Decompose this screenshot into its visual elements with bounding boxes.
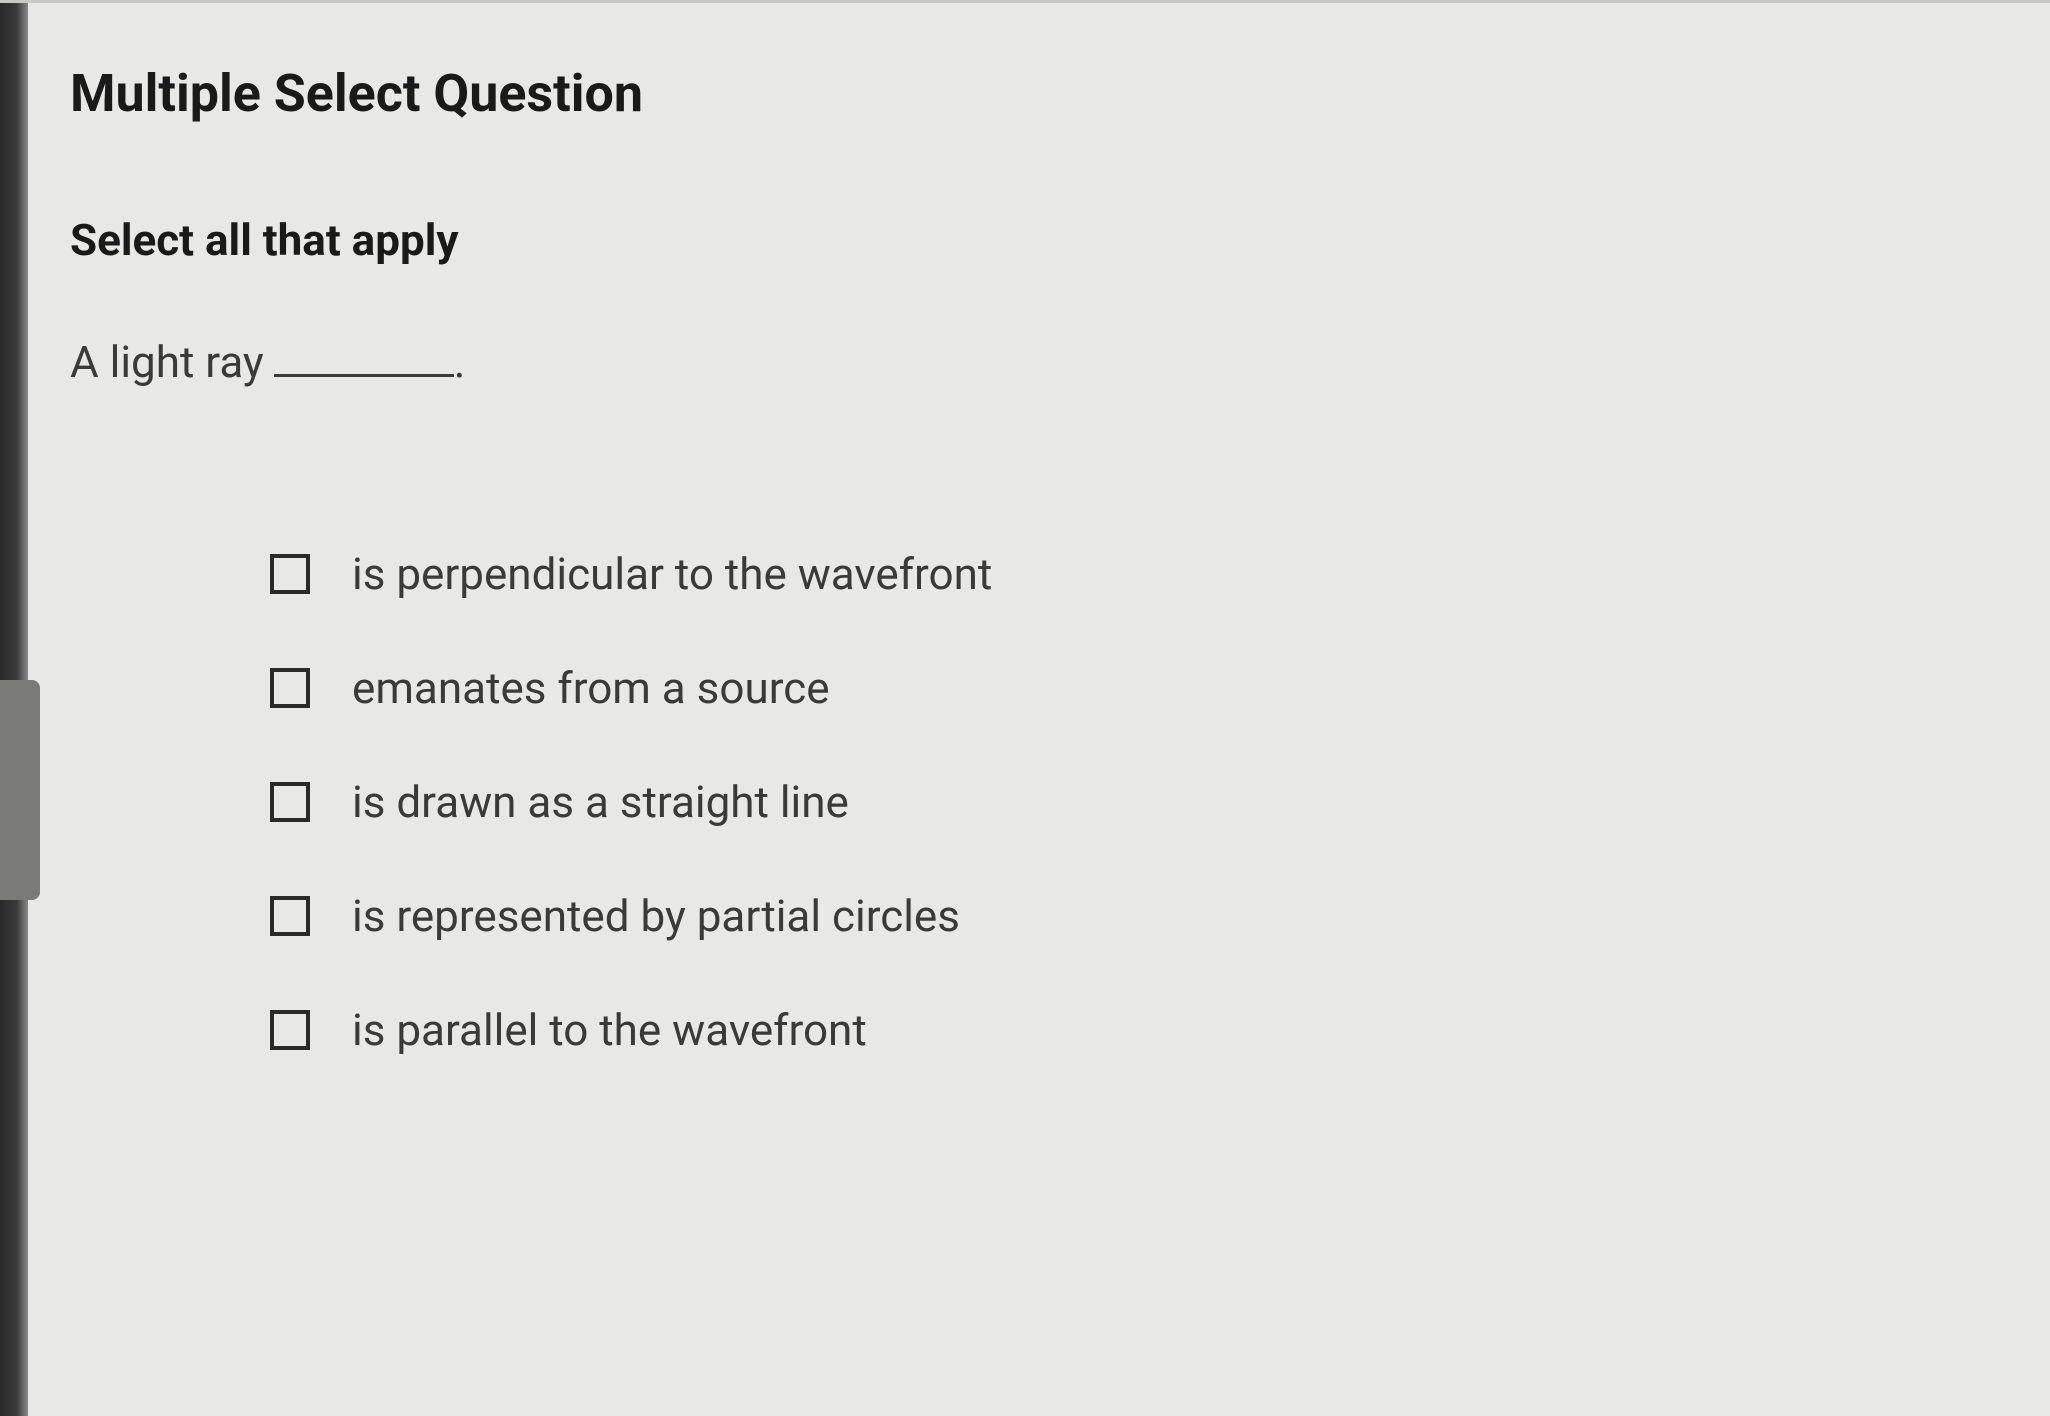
option-checkbox[interactable] xyxy=(270,896,310,936)
option-row: is parallel to the wavefront xyxy=(270,1004,1980,1056)
option-row: is perpendicular to the wavefront xyxy=(270,548,1980,600)
question-stem-prefix: A light ray xyxy=(70,336,264,388)
question-instruction: Select all that apply xyxy=(70,214,1980,266)
question-stem: A light ray. xyxy=(70,336,1980,388)
option-label: is drawn as a straight line xyxy=(352,776,849,828)
option-row: emanates from a source xyxy=(270,662,1980,714)
fill-blank xyxy=(274,374,454,377)
question-stem-suffix: . xyxy=(454,336,466,388)
option-row: is represented by partial circles xyxy=(270,890,1980,942)
option-label: is parallel to the wavefront xyxy=(352,1004,867,1056)
option-row: is drawn as a straight line xyxy=(270,776,1980,828)
option-checkbox[interactable] xyxy=(270,554,310,594)
option-label: emanates from a source xyxy=(352,662,830,714)
options-list: is perpendicular to the wavefront emanat… xyxy=(70,548,1980,1056)
option-checkbox[interactable] xyxy=(270,782,310,822)
option-label: is perpendicular to the wavefront xyxy=(352,548,992,600)
question-type-heading: Multiple Select Question xyxy=(70,63,1980,124)
option-label: is represented by partial circles xyxy=(352,890,960,942)
question-container: Multiple Select Question Select all that… xyxy=(0,0,2050,1178)
option-checkbox[interactable] xyxy=(270,668,310,708)
option-checkbox[interactable] xyxy=(270,1010,310,1050)
